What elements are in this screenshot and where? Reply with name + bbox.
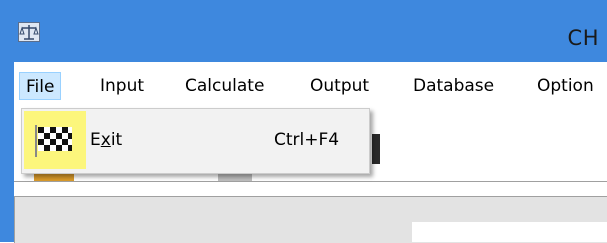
menu-calculate[interactable]: Calculate (185, 72, 264, 100)
exit-label-first: E (90, 130, 101, 150)
toolbar-dark-icon[interactable] (372, 134, 380, 164)
exit-label-rest: it (110, 130, 123, 150)
toolbar-separator (14, 181, 607, 182)
toolbar-gray-icon[interactable] (218, 174, 252, 181)
menu-item-exit-shortcut: Ctrl+F4 (274, 130, 340, 150)
menu-output[interactable]: Output (310, 72, 369, 100)
window-left-border (0, 0, 14, 242)
menu-item-exit[interactable]: Exit Ctrl+F4 (24, 111, 367, 169)
flag-pole (35, 125, 37, 157)
menu-option[interactable]: Option (537, 72, 594, 100)
file-menu-dropdown: Exit Ctrl+F4 (21, 108, 370, 174)
toolbar-open-icon[interactable] (34, 174, 74, 181)
window-titlebar: CH (0, 0, 607, 62)
window-title: CH (567, 26, 599, 50)
content-white-panel (412, 222, 607, 242)
menu-database[interactable]: Database (413, 72, 494, 100)
menu-file[interactable]: File (19, 72, 62, 100)
exit-label-mnemonic: x (100, 130, 111, 150)
app-scale-icon[interactable] (18, 22, 40, 42)
menu-input[interactable]: Input (100, 72, 144, 100)
menubar: File Input Calculate Output Database Opt… (14, 62, 607, 106)
menu-item-exit-label: Exit (90, 130, 122, 150)
